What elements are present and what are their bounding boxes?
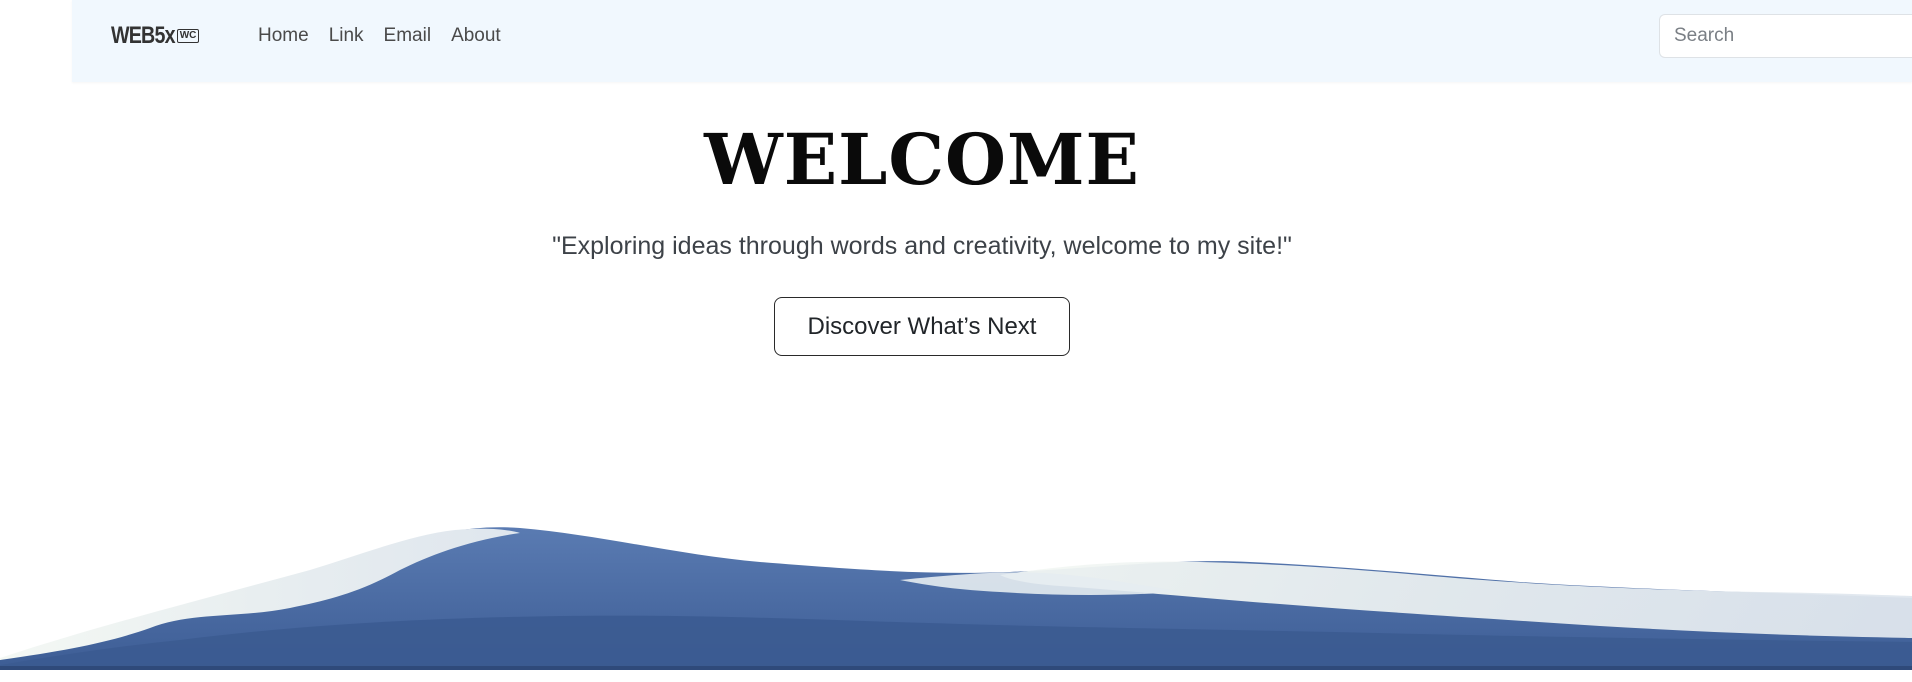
hero-title: WELCOME	[704, 118, 1140, 201]
brand-name: WEB5x	[111, 22, 176, 49]
brand-logo[interactable]: WEB5x WC	[111, 22, 200, 50]
discover-button[interactable]: Discover What’s Next	[774, 297, 1070, 356]
navbar: WEB5x WC Home Link Email About	[72, 0, 1912, 82]
nav-links: Home Link Email About	[258, 25, 501, 47]
nav-link-link[interactable]: Link	[329, 25, 364, 47]
hero-subtitle: "Exploring ideas through words and creat…	[552, 232, 1292, 260]
nav-link-email[interactable]: Email	[384, 25, 432, 47]
page: WEB5x WC Home Link Email About WELCOME "…	[0, 0, 1912, 682]
bottom-edge	[0, 666, 1912, 670]
nav-link-home[interactable]: Home	[258, 25, 309, 47]
nav-link-about[interactable]: About	[451, 25, 501, 47]
mountains-image	[0, 527, 1912, 670]
search-input[interactable]	[1659, 14, 1912, 58]
brand-badge: WC	[176, 29, 200, 43]
